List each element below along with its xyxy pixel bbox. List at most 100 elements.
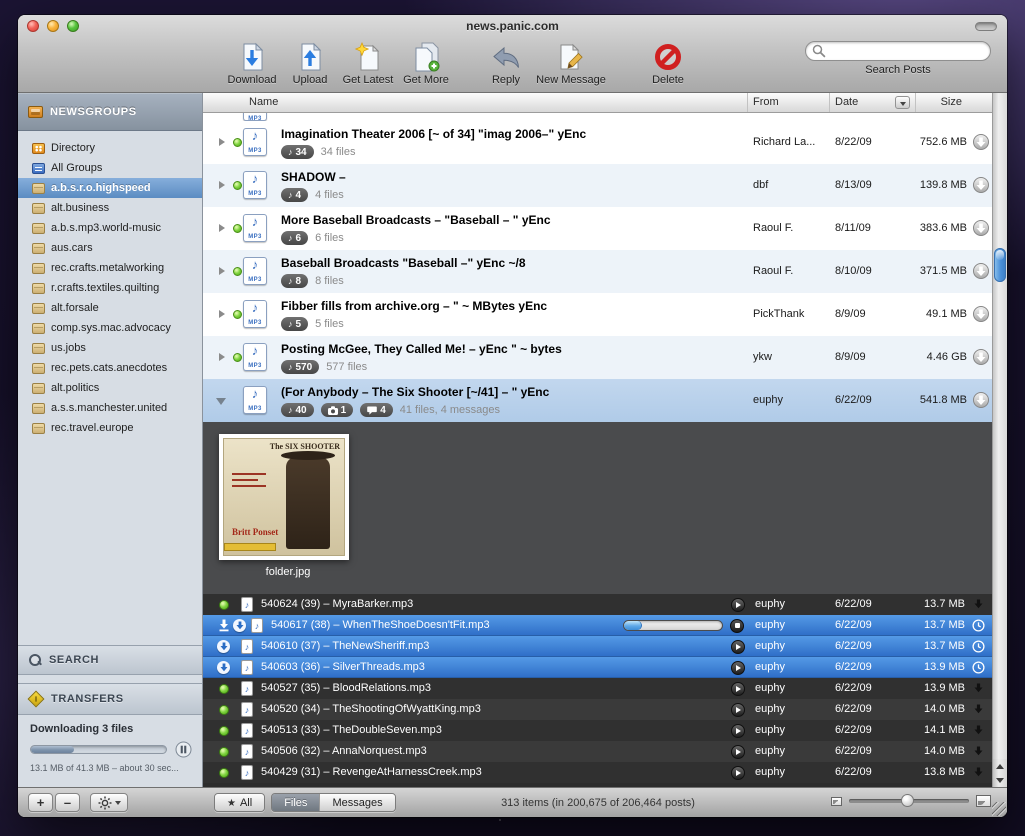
- titlebar[interactable]: news.panic.com: [18, 15, 1007, 37]
- file-row-queued[interactable]: 540610 (37) – TheNewSheriff.mp3 euphy 6/…: [203, 636, 992, 657]
- disclosure-triangle-icon[interactable]: [219, 138, 229, 146]
- play-button[interactable]: [731, 682, 745, 696]
- newsgroups-section-header[interactable]: NEWSGROUPS: [18, 93, 202, 131]
- download-post-button[interactable]: [973, 177, 989, 193]
- file-from: euphy: [755, 682, 785, 694]
- scroll-up-button[interactable]: [993, 759, 1007, 773]
- sidebar-item-directory[interactable]: Directory: [18, 138, 202, 158]
- get-latest-button[interactable]: Get Latest: [339, 41, 397, 86]
- partial-post-row[interactable]: [203, 113, 992, 121]
- column-header-size[interactable]: Size: [941, 96, 962, 108]
- download-file-button[interactable]: [971, 765, 985, 779]
- reply-button[interactable]: Reply: [477, 41, 535, 86]
- play-button[interactable]: [731, 661, 745, 675]
- delete-button[interactable]: Delete: [639, 41, 697, 86]
- file-row[interactable]: 540506 (32) – AnnaNorquest.mp3 euphy 6/2…: [203, 741, 992, 762]
- disclosure-triangle-open-icon[interactable]: [216, 398, 226, 410]
- search-field[interactable]: [805, 41, 991, 61]
- sidebar-item-newsgroup[interactable]: rec.crafts.metalworking: [18, 258, 202, 278]
- sidebar-item-newsgroup[interactable]: us.jobs: [18, 338, 202, 358]
- play-button[interactable]: [731, 640, 745, 654]
- file-row[interactable]: 540527 (35) – BloodRelations.mp3 euphy 6…: [203, 678, 992, 699]
- file-row[interactable]: 540520 (34) – TheShootingOfWyattKing.mp3…: [203, 699, 992, 720]
- post-row[interactable]: Baseball Broadcasts "Baseball –" yEnc ~/…: [203, 250, 992, 293]
- vertical-scrollbar[interactable]: [992, 93, 1007, 787]
- play-button[interactable]: [731, 598, 745, 612]
- download-post-button[interactable]: [973, 392, 989, 408]
- resize-grip[interactable]: [992, 802, 1006, 816]
- pause-button[interactable]: [175, 741, 192, 758]
- upload-button[interactable]: Upload: [281, 41, 339, 86]
- download-file-button[interactable]: [971, 723, 985, 737]
- download-post-button[interactable]: [973, 349, 989, 365]
- disclosure-triangle-icon[interactable]: [219, 353, 229, 361]
- toolbar-toggle-button[interactable]: [975, 22, 997, 31]
- download-file-button[interactable]: [971, 702, 985, 716]
- column-header-date[interactable]: Date: [835, 96, 858, 108]
- transfers-section-header[interactable]: TRANSFERS: [18, 683, 202, 715]
- column-header-name[interactable]: Name: [249, 96, 278, 108]
- sidebar-item-all-groups[interactable]: All Groups: [18, 158, 202, 178]
- post-from: PickThank: [753, 308, 829, 320]
- action-menu-button[interactable]: [90, 793, 128, 812]
- tab-messages[interactable]: Messages: [319, 794, 394, 811]
- post-row[interactable]: Fibber fills from archive.org – " ~ MByt…: [203, 293, 992, 336]
- sidebar-item-newsgroup[interactable]: a.b.s.r.o.highspeed: [18, 178, 202, 198]
- sidebar-item-newsgroup[interactable]: alt.politics: [18, 378, 202, 398]
- sidebar-item-newsgroup[interactable]: aus.cars: [18, 238, 202, 258]
- post-row[interactable]: SHADOW – 44 files dbf 8/13/09 139.8 MB: [203, 164, 992, 207]
- download-post-button[interactable]: [973, 220, 989, 236]
- post-row-selected[interactable]: (For Anybody – The Six Shooter [~/41] – …: [203, 379, 992, 422]
- size-slider[interactable]: [849, 799, 969, 803]
- file-row[interactable]: 540624 (39) – MyraBarker.mp3 euphy 6/22/…: [203, 594, 992, 615]
- attachment-thumbnail[interactable]: The SIX SHOOTER Britt Ponset: [219, 434, 349, 560]
- scroll-down-button[interactable]: [993, 773, 1007, 787]
- search-input[interactable]: [826, 45, 984, 57]
- column-header-from[interactable]: From: [753, 96, 779, 108]
- download-post-button[interactable]: [973, 263, 989, 279]
- download-file-button[interactable]: [971, 744, 985, 758]
- download-post-button[interactable]: [973, 134, 989, 150]
- play-button[interactable]: [731, 703, 745, 717]
- search-section-header[interactable]: SEARCH: [18, 645, 202, 675]
- post-title: Posting McGee, They Called Me! – yEnc " …: [281, 342, 562, 356]
- post-row[interactable]: Posting McGee, They Called Me! – yEnc " …: [203, 336, 992, 379]
- sidebar-item-newsgroup[interactable]: a.s.s.manchester.united: [18, 398, 202, 418]
- sidebar-item-newsgroup[interactable]: rec.travel.europe: [18, 418, 202, 438]
- get-more-button[interactable]: Get More: [397, 41, 455, 86]
- disclosure-triangle-icon[interactable]: [219, 224, 229, 232]
- download-file-button[interactable]: [971, 597, 985, 611]
- sidebar-item-newsgroup[interactable]: alt.forsale: [18, 298, 202, 318]
- file-row[interactable]: 540513 (33) – TheDoubleSeven.mp3 euphy 6…: [203, 720, 992, 741]
- sidebar-item-newsgroup[interactable]: rec.pets.cats.anecdotes: [18, 358, 202, 378]
- play-button[interactable]: [731, 766, 745, 780]
- add-button[interactable]: +: [28, 793, 53, 812]
- file-row[interactable]: 540429 (31) – RevengeAtHarnessCreek.mp3 …: [203, 762, 992, 783]
- sidebar-item-newsgroup[interactable]: r.crafts.textiles.quilting: [18, 278, 202, 298]
- sort-direction-button[interactable]: [895, 96, 910, 109]
- disclosure-triangle-icon[interactable]: [219, 181, 229, 189]
- desktop: news.panic.com Download Upload: [0, 0, 1025, 836]
- post-date: 8/9/09: [835, 308, 866, 320]
- play-button[interactable]: [731, 745, 745, 759]
- stop-download-button[interactable]: [730, 619, 744, 633]
- sidebar-item-newsgroup[interactable]: a.b.s.mp3.world-music: [18, 218, 202, 238]
- disclosure-triangle-icon[interactable]: [219, 310, 229, 318]
- file-row-downloading[interactable]: 540617 (38) – WhenTheShoeDoesn'tFit.mp3 …: [203, 615, 992, 636]
- sidebar-item-newsgroup[interactable]: comp.sys.mac.advocacy: [18, 318, 202, 338]
- disclosure-triangle-icon[interactable]: [219, 267, 229, 275]
- new-message-button[interactable]: New Message: [535, 41, 607, 86]
- sidebar-item-newsgroup[interactable]: alt.business: [18, 198, 202, 218]
- remove-button[interactable]: –: [55, 793, 80, 812]
- play-button[interactable]: [731, 724, 745, 738]
- tab-files[interactable]: Files: [272, 794, 319, 811]
- tab-all[interactable]: All: [215, 794, 264, 811]
- post-row[interactable]: Imagination Theater 2006 [~ of 34] "imag…: [203, 121, 992, 164]
- post-row[interactable]: More Baseball Broadcasts – "Baseball – "…: [203, 207, 992, 250]
- file-row-queued[interactable]: 540603 (36) – SilverThreads.mp3 euphy 6/…: [203, 657, 992, 678]
- download-button[interactable]: Download: [223, 41, 281, 86]
- slider-thumb[interactable]: [901, 794, 914, 807]
- scrollbar-thumb[interactable]: [994, 248, 1006, 282]
- download-file-button[interactable]: [971, 681, 985, 695]
- download-post-button[interactable]: [973, 306, 989, 322]
